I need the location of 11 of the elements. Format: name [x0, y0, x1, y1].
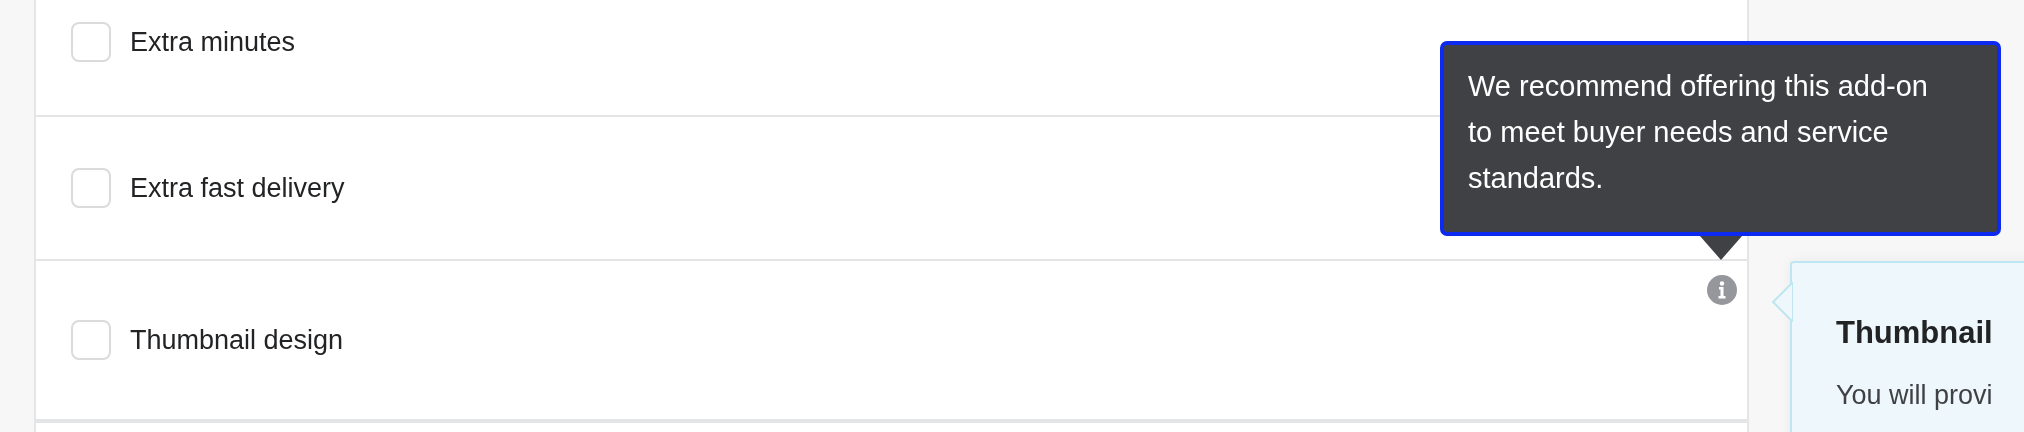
addon-label: Thumbnail design	[130, 324, 344, 357]
checkbox[interactable]	[71, 168, 111, 208]
panel-text: You will provi	[1836, 379, 1994, 412]
info-icon[interactable]	[1707, 275, 1737, 305]
tooltip: We recommend offering this add-on to meet buyer needs and service standards.	[1440, 41, 2001, 236]
panel-title: Thumbnail	[1836, 314, 1994, 352]
checkbox[interactable]	[71, 320, 111, 360]
tooltip-arrow-icon	[1700, 236, 1742, 260]
addon-label: Extra minutes	[130, 26, 296, 59]
checkbox[interactable]	[71, 22, 111, 62]
addon-label: Extra fast delivery	[130, 172, 345, 205]
